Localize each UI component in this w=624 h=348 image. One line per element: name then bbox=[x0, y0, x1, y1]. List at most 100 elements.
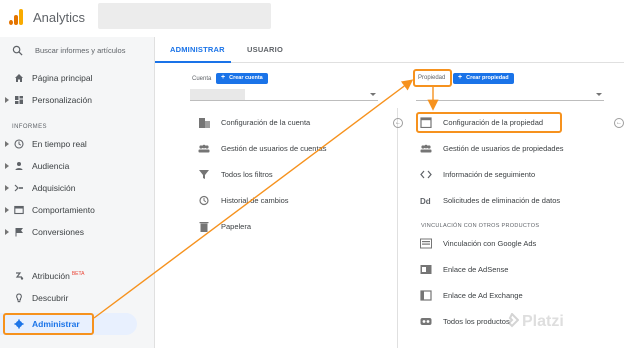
code-icon bbox=[420, 170, 432, 179]
sidebar-item-label: Personalización bbox=[32, 95, 93, 105]
highlight-property-box bbox=[413, 69, 452, 87]
section-label-reports: INFORMES bbox=[12, 124, 47, 130]
home-icon bbox=[14, 73, 24, 83]
analytics-logo[interactable] bbox=[9, 9, 23, 25]
sidebar-item-home[interactable]: Página principal bbox=[0, 69, 155, 89]
property-item-label: Información de seguimiento bbox=[443, 170, 536, 179]
data-deletion-item[interactable]: Dd Solicitudes de eliminación de datos bbox=[420, 192, 610, 210]
sidebar-item-discover[interactable]: Descubrir bbox=[0, 289, 155, 309]
sidebar-item-label: Adquisición bbox=[32, 183, 76, 193]
beta-badge: BETA bbox=[71, 271, 85, 278]
sidebar-item-label: Descubrir bbox=[32, 293, 69, 303]
sidebar-item-label: En tiempo real bbox=[32, 139, 87, 149]
clock-icon bbox=[14, 139, 24, 149]
expand-arrow-icon[interactable] bbox=[5, 97, 9, 103]
account-dropdown[interactable] bbox=[190, 89, 378, 101]
sidebar: Buscar informes y artículos Página princ… bbox=[0, 37, 155, 348]
account-dropdown-value bbox=[190, 89, 245, 100]
ad-exchange-link-item[interactable]: Enlace de Ad Exchange bbox=[420, 287, 610, 305]
plus-icon: + bbox=[221, 74, 226, 81]
create-account-button[interactable]: + Crear cuenta bbox=[216, 73, 268, 84]
expand-arrow-icon[interactable] bbox=[5, 141, 9, 147]
trash-item[interactable]: Papelera bbox=[198, 218, 388, 236]
people-icon bbox=[198, 144, 210, 153]
person-icon bbox=[14, 161, 24, 171]
account-item-label: Todos los filtros bbox=[221, 170, 273, 179]
account-item-label: Historial de cambios bbox=[221, 196, 289, 205]
sidebar-item-label: Página principal bbox=[32, 73, 93, 83]
adsense-link-item[interactable]: Enlace de AdSense bbox=[420, 261, 610, 279]
google-ads-link-item[interactable]: Vinculación con Google Ads bbox=[420, 235, 610, 253]
property-item-label: Enlace de Ad Exchange bbox=[443, 291, 523, 300]
sidebar-item-audience[interactable]: Audiencia bbox=[0, 157, 155, 177]
expand-arrow-icon[interactable] bbox=[5, 207, 9, 213]
all-filters-item[interactable]: Todos los filtros bbox=[198, 166, 388, 184]
sidebar-item-behavior[interactable]: Comportamiento bbox=[0, 201, 155, 221]
ad-exchange-icon bbox=[420, 290, 432, 301]
tab-admin[interactable]: ADMINISTRAR bbox=[170, 45, 225, 54]
account-settings-item[interactable]: Configuración de la cuenta bbox=[198, 114, 388, 132]
sidebar-item-customization[interactable]: Personalización bbox=[0, 91, 155, 111]
change-history-item[interactable]: Historial de cambios bbox=[198, 192, 388, 210]
arrow-left-icon[interactable]: ← bbox=[614, 118, 624, 128]
expand-arrow-icon[interactable] bbox=[5, 163, 9, 169]
filter-icon bbox=[199, 170, 209, 179]
sidebar-item-label: Comportamiento bbox=[32, 205, 95, 215]
sidebar-item-label: Atribución BETA bbox=[32, 271, 85, 281]
platzi-logo-icon bbox=[507, 313, 519, 328]
property-item-label: Enlace de AdSense bbox=[443, 265, 509, 274]
google-ads-icon bbox=[420, 238, 432, 249]
people-icon bbox=[420, 144, 432, 153]
account-item-label: Papelera bbox=[221, 222, 252, 231]
acquisition-icon bbox=[14, 183, 24, 193]
search-row[interactable]: Buscar informes y artículos bbox=[0, 41, 155, 61]
account-item-label: Configuración de la cuenta bbox=[221, 118, 311, 127]
sidebar-item-label: Audiencia bbox=[32, 161, 70, 171]
products-icon bbox=[420, 318, 432, 325]
account-item-label: Gestión de usuarios de cuentas bbox=[221, 144, 327, 153]
lightbulb-icon bbox=[14, 293, 24, 303]
adsense-icon bbox=[420, 265, 432, 274]
arrow-left-icon[interactable]: ← bbox=[393, 118, 403, 128]
active-tab-indicator bbox=[155, 61, 231, 63]
top-bar: Analytics bbox=[0, 0, 624, 37]
platzi-watermark: Platzi bbox=[522, 313, 564, 330]
sidebar-item-acquisition[interactable]: Adquisición bbox=[0, 179, 155, 199]
svg-text:Dd: Dd bbox=[420, 197, 431, 206]
create-property-button[interactable]: + Crear propiedad bbox=[453, 73, 514, 84]
chevron-down-icon bbox=[370, 93, 376, 96]
tracking-info-item[interactable]: Información de seguimiento bbox=[420, 166, 610, 184]
sidebar-item-realtime[interactable]: En tiempo real bbox=[0, 135, 155, 155]
expand-arrow-icon[interactable] bbox=[5, 229, 9, 235]
highlight-property-settings-box bbox=[416, 112, 562, 133]
sidebar-item-attribution[interactable]: Atribución BETA bbox=[0, 267, 155, 287]
trash-icon bbox=[199, 222, 209, 232]
property-item-label: Todos los productos bbox=[443, 317, 510, 326]
property-dropdown[interactable] bbox=[416, 89, 604, 101]
account-column-label: Cuenta bbox=[192, 76, 212, 82]
property-item-label: Gestión de usuarios de propiedades bbox=[443, 144, 564, 153]
dd-icon: Dd bbox=[420, 197, 431, 206]
dashboard-icon bbox=[14, 95, 24, 105]
highlight-admin-box bbox=[3, 313, 94, 335]
account-users-item[interactable]: Gestión de usuarios de cuentas bbox=[198, 140, 388, 158]
admin-tabs: ADMINISTRAR USUARIO bbox=[155, 37, 624, 63]
tab-user[interactable]: USUARIO bbox=[247, 45, 283, 54]
search-input[interactable]: Buscar informes y artículos bbox=[35, 46, 125, 55]
linking-section-label: VINCULACIÓN CON OTROS PRODUCTOS bbox=[421, 223, 540, 229]
plus-icon: + bbox=[458, 74, 463, 81]
flag-icon bbox=[14, 227, 24, 237]
building-icon bbox=[199, 118, 210, 128]
property-users-item[interactable]: Gestión de usuarios de propiedades bbox=[420, 140, 610, 158]
app-title: Analytics bbox=[33, 10, 86, 25]
sidebar-item-label: Conversiones bbox=[32, 227, 84, 237]
search-icon[interactable] bbox=[12, 45, 23, 56]
attribution-icon bbox=[14, 271, 24, 281]
behavior-icon bbox=[14, 205, 24, 215]
chevron-down-icon bbox=[596, 93, 602, 96]
history-icon bbox=[199, 195, 209, 206]
property-item-label: Solicitudes de eliminación de datos bbox=[443, 196, 561, 205]
expand-arrow-icon[interactable] bbox=[5, 185, 9, 191]
sidebar-item-conversions[interactable]: Conversiones bbox=[0, 223, 155, 243]
account-selector[interactable] bbox=[98, 3, 271, 29]
